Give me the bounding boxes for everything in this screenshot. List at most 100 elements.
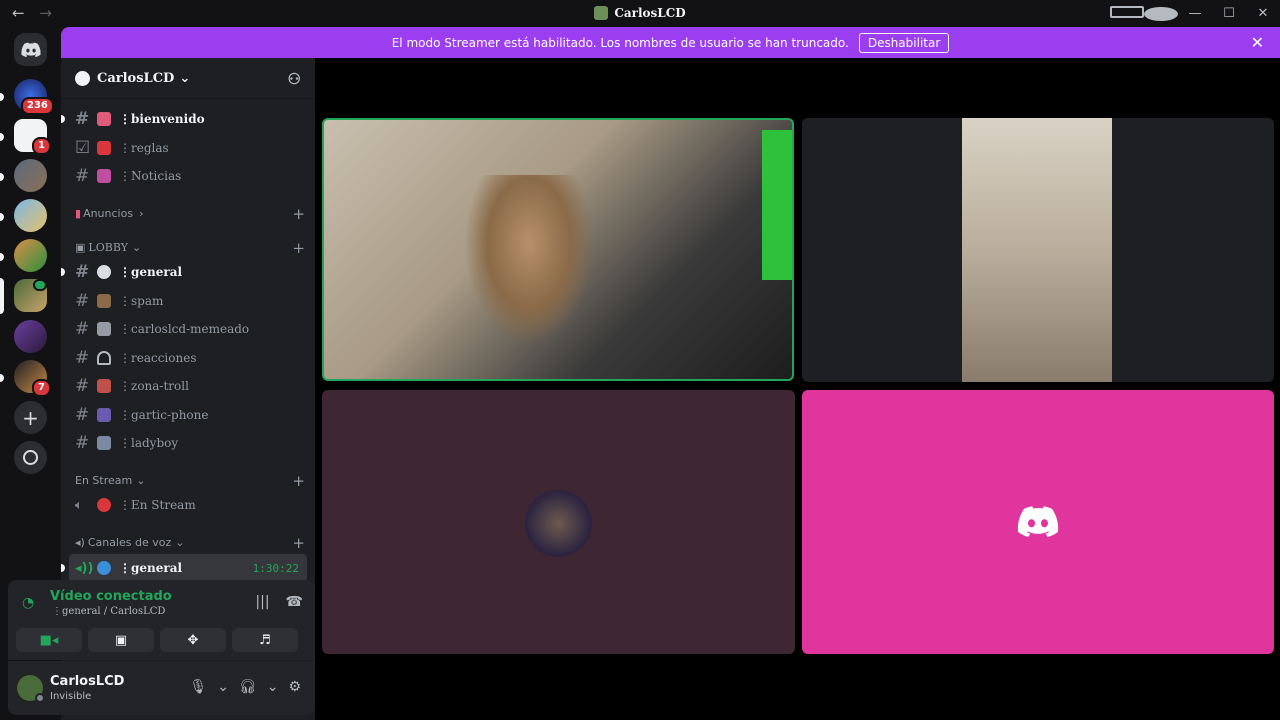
channel-noticias[interactable]: # ⋮Noticias — [69, 162, 307, 190]
discord-logo-icon — [20, 42, 41, 57]
channel-name: ⋮reglas — [119, 141, 169, 155]
compass-icon — [23, 450, 38, 465]
channel-emoji-icon — [97, 112, 111, 126]
chevron-down-icon: ⌄ — [131, 241, 142, 254]
unread-indicator — [0, 133, 4, 141]
hash-icon: # — [75, 166, 90, 186]
mention-badge: 236 — [21, 97, 54, 115]
channel-spam[interactable]: # ⋮spam — [69, 287, 307, 315]
megaphone-icon — [97, 169, 111, 183]
minimize-button[interactable]: — — [1178, 6, 1212, 21]
channel-name: ⋮Noticias — [119, 169, 182, 183]
microphone-icon[interactable]: 🎙︎ — [189, 679, 207, 695]
camera-button[interactable]: ■◂ — [16, 628, 82, 652]
voice-connection-panel: ◔ Vídeo conectado ⋮general / CarlosLCD |… — [8, 580, 315, 660]
server-icon-5[interactable] — [14, 239, 47, 272]
settings-gear-icon[interactable]: ⚙ — [288, 679, 301, 695]
avatar[interactable] — [17, 675, 45, 703]
chevron-down-icon: ⌄ — [136, 474, 146, 487]
banner-text: El modo Streamer está habilitado. Los no… — [391, 35, 849, 50]
inbox-icon[interactable] — [1110, 5, 1144, 22]
status-indicator — [35, 693, 45, 703]
channel-name: ⋮En Stream — [119, 498, 196, 512]
category-anuncios[interactable]: ▮ Anuncios › + — [75, 205, 305, 223]
voice-channel-path[interactable]: ⋮general / CarlosLCD — [52, 606, 165, 617]
server-icon-3[interactable] — [14, 159, 47, 192]
headphones-icon[interactable]: 🎧︎ — [239, 679, 257, 695]
hash-icon: # — [75, 405, 90, 425]
soundboard-button[interactable]: ♬ — [232, 628, 298, 652]
voice-status[interactable]: Vídeo conectado — [50, 589, 172, 604]
chevron-down-icon[interactable]: ⌄ — [267, 679, 279, 695]
channel-zona-troll[interactable]: # ⋮zona-troll — [69, 372, 307, 400]
headphones-icon — [97, 351, 111, 365]
add-channel-icon[interactable]: + — [292, 472, 305, 490]
guild-header[interactable]: CarlosLCD ⌄ ⚇ — [61, 58, 315, 99]
noise-suppression-icon[interactable]: ||| — [255, 594, 269, 610]
invite-people-icon[interactable]: ⚇ — [288, 70, 301, 88]
unread-indicator — [0, 173, 4, 181]
category-label: LOBBY — [88, 241, 128, 254]
video-stage — [315, 58, 1280, 720]
window-title-text: CarlosLCD — [614, 6, 686, 20]
channel-name: ⋮general — [119, 561, 183, 575]
channel-gartic-phone[interactable]: # ⋮gartic-phone — [69, 401, 307, 429]
chevron-down-icon[interactable]: ⌄ — [217, 679, 229, 695]
window-title: CarlosLCD — [0, 6, 1280, 20]
channel-carloslcd-memeado[interactable]: # ⋮carloslcd-memeado — [69, 315, 307, 343]
title-bar: ← → CarlosLCD ? — ☐ ✕ — [0, 0, 1280, 27]
voice-channel-general[interactable]: ◂)) ⋮general 1:30:22 — [61, 554, 307, 582]
guild-icon — [75, 70, 90, 86]
video-tile-speaking[interactable] — [322, 118, 794, 381]
server-icon-4[interactable] — [14, 199, 47, 232]
discover-button[interactable] — [14, 441, 47, 474]
people-icon — [97, 436, 111, 450]
activities-button[interactable]: ✥ — [160, 628, 226, 652]
disable-streamer-button[interactable]: Deshabilitar — [858, 32, 950, 53]
channel-reacciones[interactable]: # ⋮reacciones — [69, 344, 307, 372]
chevron-down-icon: ⌄ — [175, 536, 185, 549]
video-tile-default[interactable] — [802, 390, 1274, 654]
voice-buttons: ■◂ ▣ ✥ ♬ — [16, 628, 298, 652]
category-lobby[interactable]: ▣ LOBBY ⌄ + — [75, 239, 305, 257]
globe-icon — [97, 561, 111, 575]
server-icon-7[interactable] — [14, 320, 47, 353]
hash-icon: # — [75, 376, 90, 396]
category-en-stream[interactable]: En Stream ⌄ + — [75, 472, 305, 490]
close-button[interactable]: ✕ — [1246, 6, 1280, 21]
add-channel-icon[interactable]: + — [292, 205, 305, 223]
channel-en-stream[interactable]: 🔈︎ ⋮En Stream — [69, 491, 307, 519]
channel-name: ⋮carloslcd-memeado — [119, 322, 250, 336]
discord-home-button[interactable] — [14, 33, 47, 66]
channel-bienvenido[interactable]: # ⋮bienvenido — [61, 105, 307, 133]
red-circle-icon — [97, 498, 111, 512]
screen-share-button[interactable]: ▣ — [88, 628, 154, 652]
video-tile-avatar[interactable] — [322, 390, 795, 654]
username[interactable]: CarlosLCD — [50, 674, 124, 689]
user-panel: CarlosLCD Invisible 🎙︎ ⌄ 🎧︎ ⌄ ⚙ — [8, 661, 315, 715]
add-server-button[interactable]: + — [14, 401, 47, 434]
help-icon[interactable]: ? — [1144, 6, 1178, 21]
maximize-button[interactable]: ☐ — [1212, 6, 1246, 21]
channel-name: ⋮ladyboy — [119, 436, 179, 450]
hash-icon: # — [75, 262, 90, 282]
user-status: Invisible — [50, 691, 92, 702]
disconnect-icon[interactable]: ☎ — [286, 594, 303, 610]
chevron-down-icon: ⌄ — [179, 70, 191, 86]
speaker-icon: ◂) — [75, 536, 85, 549]
close-banner-icon[interactable]: ✕ — [1251, 33, 1264, 52]
category-label: Canales de voz — [87, 536, 172, 549]
channel-general-text[interactable]: # ⋮general — [61, 258, 307, 286]
category-canales-de-voz[interactable]: ◂) Canales de voz ⌄ + — [75, 534, 305, 552]
channel-reglas[interactable]: ☑ ⋮reglas — [69, 134, 307, 162]
video-tile-2[interactable] — [802, 118, 1274, 382]
category-label: Anuncios — [83, 207, 134, 220]
hash-icon: # — [75, 109, 90, 129]
add-channel-icon[interactable]: + — [292, 239, 305, 257]
webcam-feed-monitor — [762, 130, 792, 280]
channel-ladyboy[interactable]: # ⋮ladyboy — [69, 429, 307, 457]
signal-icon[interactable]: ◔ — [22, 595, 34, 611]
add-channel-icon[interactable]: + — [292, 534, 305, 552]
window-controls: ? — ☐ ✕ — [1110, 0, 1280, 27]
unread-indicator — [0, 253, 4, 261]
